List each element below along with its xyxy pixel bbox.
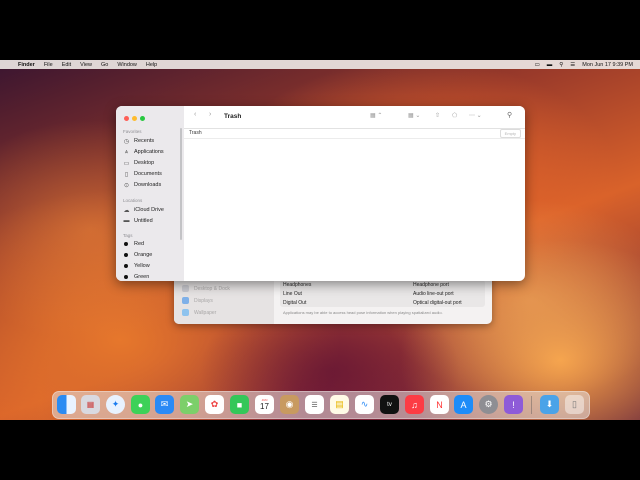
wallpaper-icon bbox=[182, 309, 189, 316]
table-row[interactable]: Line Out Audio line-out port bbox=[280, 289, 485, 298]
desktop-icon: ▭ bbox=[123, 160, 130, 167]
control-center-icon[interactable]: ☰ bbox=[570, 62, 575, 68]
dock-finder-icon[interactable] bbox=[57, 395, 76, 414]
dock-reminders-icon[interactable]: ☰ bbox=[305, 395, 324, 414]
dock-photos-icon[interactable]: ✿ bbox=[205, 395, 224, 414]
dock-maps-icon[interactable]: ➤ bbox=[180, 395, 199, 414]
downloads-icon: ⊙ bbox=[123, 182, 130, 189]
path-bar: Trash Empty bbox=[184, 128, 525, 139]
dock: ▦ ✦ ● ✉ ➤ ✿ ■ JUN 17 ◉ ☰ ▤ ∿ tv ♫ N A ⚙ !… bbox=[52, 391, 590, 419]
display-icon bbox=[182, 297, 189, 304]
dock-safari-icon[interactable]: ✦ bbox=[106, 395, 125, 414]
applications-icon: ⩓ bbox=[124, 148, 129, 155]
locations-header: Locations bbox=[123, 198, 143, 203]
empty-trash-button[interactable]: Empty bbox=[499, 129, 521, 138]
tags-header: Tags bbox=[123, 233, 133, 238]
menu-go[interactable]: Go bbox=[101, 62, 108, 68]
window-controls bbox=[124, 116, 148, 121]
search-icon[interactable]: ⚲ bbox=[507, 111, 512, 119]
forward-icon[interactable]: › bbox=[209, 111, 211, 118]
settings-sidebar-item-displays[interactable]: Displays bbox=[182, 297, 213, 304]
minimize-button[interactable] bbox=[132, 116, 137, 121]
back-icon[interactable]: ‹ bbox=[194, 111, 196, 118]
dock-freeform-icon[interactable]: ∿ bbox=[355, 395, 374, 414]
close-button[interactable] bbox=[124, 116, 129, 121]
dock-music-icon[interactable]: ♫ bbox=[405, 395, 424, 414]
menu-window[interactable]: Window bbox=[117, 62, 137, 68]
dock-notes-icon[interactable]: ▤ bbox=[330, 395, 349, 414]
dock-feedback-icon[interactable]: ! bbox=[504, 395, 523, 414]
table-row[interactable]: Headphones Headphone port bbox=[280, 280, 485, 289]
sidebar-item-documents[interactable]: ▯ Documents bbox=[123, 170, 162, 178]
dock-icon bbox=[182, 285, 189, 292]
tag-dot-icon bbox=[124, 242, 128, 246]
dock-trash-icon[interactable]: ▯ bbox=[565, 395, 584, 414]
menu-edit[interactable]: Edit bbox=[62, 62, 71, 68]
screen-record-icon[interactable]: ▭ bbox=[535, 62, 540, 68]
finder-window: Favorites ◷ Recents ⩓ Applications ▭ Deskto… bbox=[116, 106, 525, 281]
tag-dot-icon bbox=[124, 275, 128, 279]
sidebar-tag-green[interactable]: Green bbox=[123, 273, 149, 281]
sidebar-scrollbar[interactable] bbox=[180, 128, 182, 240]
dock-launchpad-icon[interactable]: ▦ bbox=[81, 395, 100, 414]
menu-help[interactable]: Help bbox=[146, 62, 157, 68]
sidebar-tag-red[interactable]: Red bbox=[123, 240, 144, 248]
menu-app-finder[interactable]: Finder bbox=[18, 62, 35, 68]
sidebar-tag-orange[interactable]: Orange bbox=[123, 251, 152, 259]
cloud-icon: ☁ bbox=[123, 207, 130, 214]
group-icon[interactable]: ▦ ⌄ bbox=[408, 112, 420, 119]
settings-sidebar-item-wallpaper[interactable]: Wallpaper bbox=[182, 309, 216, 316]
menu-file[interactable]: File bbox=[44, 62, 53, 68]
dock-separator bbox=[531, 396, 532, 414]
head-pose-note: Applications may be able to access head … bbox=[283, 310, 443, 315]
menu-clock[interactable]: Mon Jun 17 9:39 PM bbox=[582, 62, 633, 68]
dock-facetime-icon[interactable]: ■ bbox=[230, 395, 249, 414]
sidebar-item-downloads[interactable]: ⊙ Downloads bbox=[123, 181, 161, 189]
sidebar-item-applications[interactable]: ⩓ Applications bbox=[123, 148, 164, 156]
tag-icon[interactable]: ⬠ bbox=[452, 112, 457, 119]
finder-toolbar: ‹ › Trash ▦ ⌃ ▦ ⌄ ⇧ ⬠ ⋯ ⌄ ⚲ bbox=[184, 106, 525, 129]
window-title: Trash bbox=[224, 113, 242, 120]
settings-sidebar-item-desktop-dock[interactable]: Desktop & Dock bbox=[182, 285, 230, 292]
view-mode-icon[interactable]: ▦ ⌃ bbox=[370, 112, 382, 119]
sidebar-item-recents[interactable]: ◷ Recents bbox=[123, 137, 154, 145]
clock-icon: ◷ bbox=[123, 138, 130, 145]
dock-contacts-icon[interactable]: ◉ bbox=[280, 395, 299, 414]
dock-app-store-icon[interactable]: A bbox=[454, 395, 473, 414]
dock-downloads-folder-icon[interactable]: ⬇ bbox=[540, 395, 559, 414]
table-row[interactable]: Digital Out Optical digital-out port bbox=[280, 298, 485, 307]
file-list-area[interactable] bbox=[184, 139, 525, 281]
drive-icon: ▬ bbox=[123, 218, 130, 224]
sidebar-tag-yellow[interactable]: Yellow bbox=[123, 262, 150, 270]
dock-news-icon[interactable]: N bbox=[430, 395, 449, 414]
sidebar-item-untitled[interactable]: ▬ Untitled bbox=[123, 217, 153, 225]
search-icon[interactable]: ⚲ bbox=[559, 62, 563, 68]
tag-dot-icon bbox=[124, 253, 128, 257]
tag-dot-icon bbox=[124, 264, 128, 268]
more-actions-icon[interactable]: ⋯ ⌄ bbox=[469, 112, 482, 119]
dock-mail-icon[interactable]: ✉ bbox=[155, 395, 174, 414]
sound-output-table: Headphones Headphone port Line Out Audio l… bbox=[280, 280, 485, 315]
sidebar-item-desktop[interactable]: ▭ Desktop bbox=[123, 159, 155, 167]
document-icon: ▯ bbox=[124, 171, 129, 178]
dock-system-settings-icon[interactable]: ⚙ bbox=[479, 395, 498, 414]
sidebar-item-icloud-drive[interactable]: ☁ iCloud Drive bbox=[123, 206, 164, 214]
path-label: Trash bbox=[189, 130, 202, 136]
battery-icon[interactable]: ▬ bbox=[547, 62, 553, 68]
dock-calendar-icon[interactable]: JUN 17 bbox=[255, 395, 274, 414]
favorites-header: Favorites bbox=[123, 129, 142, 134]
zoom-button[interactable] bbox=[140, 116, 145, 121]
menu-bar: Finder File Edit View Go Window Help ▭ ▬… bbox=[0, 60, 640, 69]
dock-tv-icon[interactable]: tv bbox=[380, 395, 399, 414]
dock-messages-icon[interactable]: ● bbox=[131, 395, 150, 414]
finder-sidebar: Favorites ◷ Recents ⩓ Applications ▭ Deskto… bbox=[116, 106, 184, 281]
menu-view[interactable]: View bbox=[80, 62, 92, 68]
share-icon[interactable]: ⇧ bbox=[435, 112, 440, 119]
